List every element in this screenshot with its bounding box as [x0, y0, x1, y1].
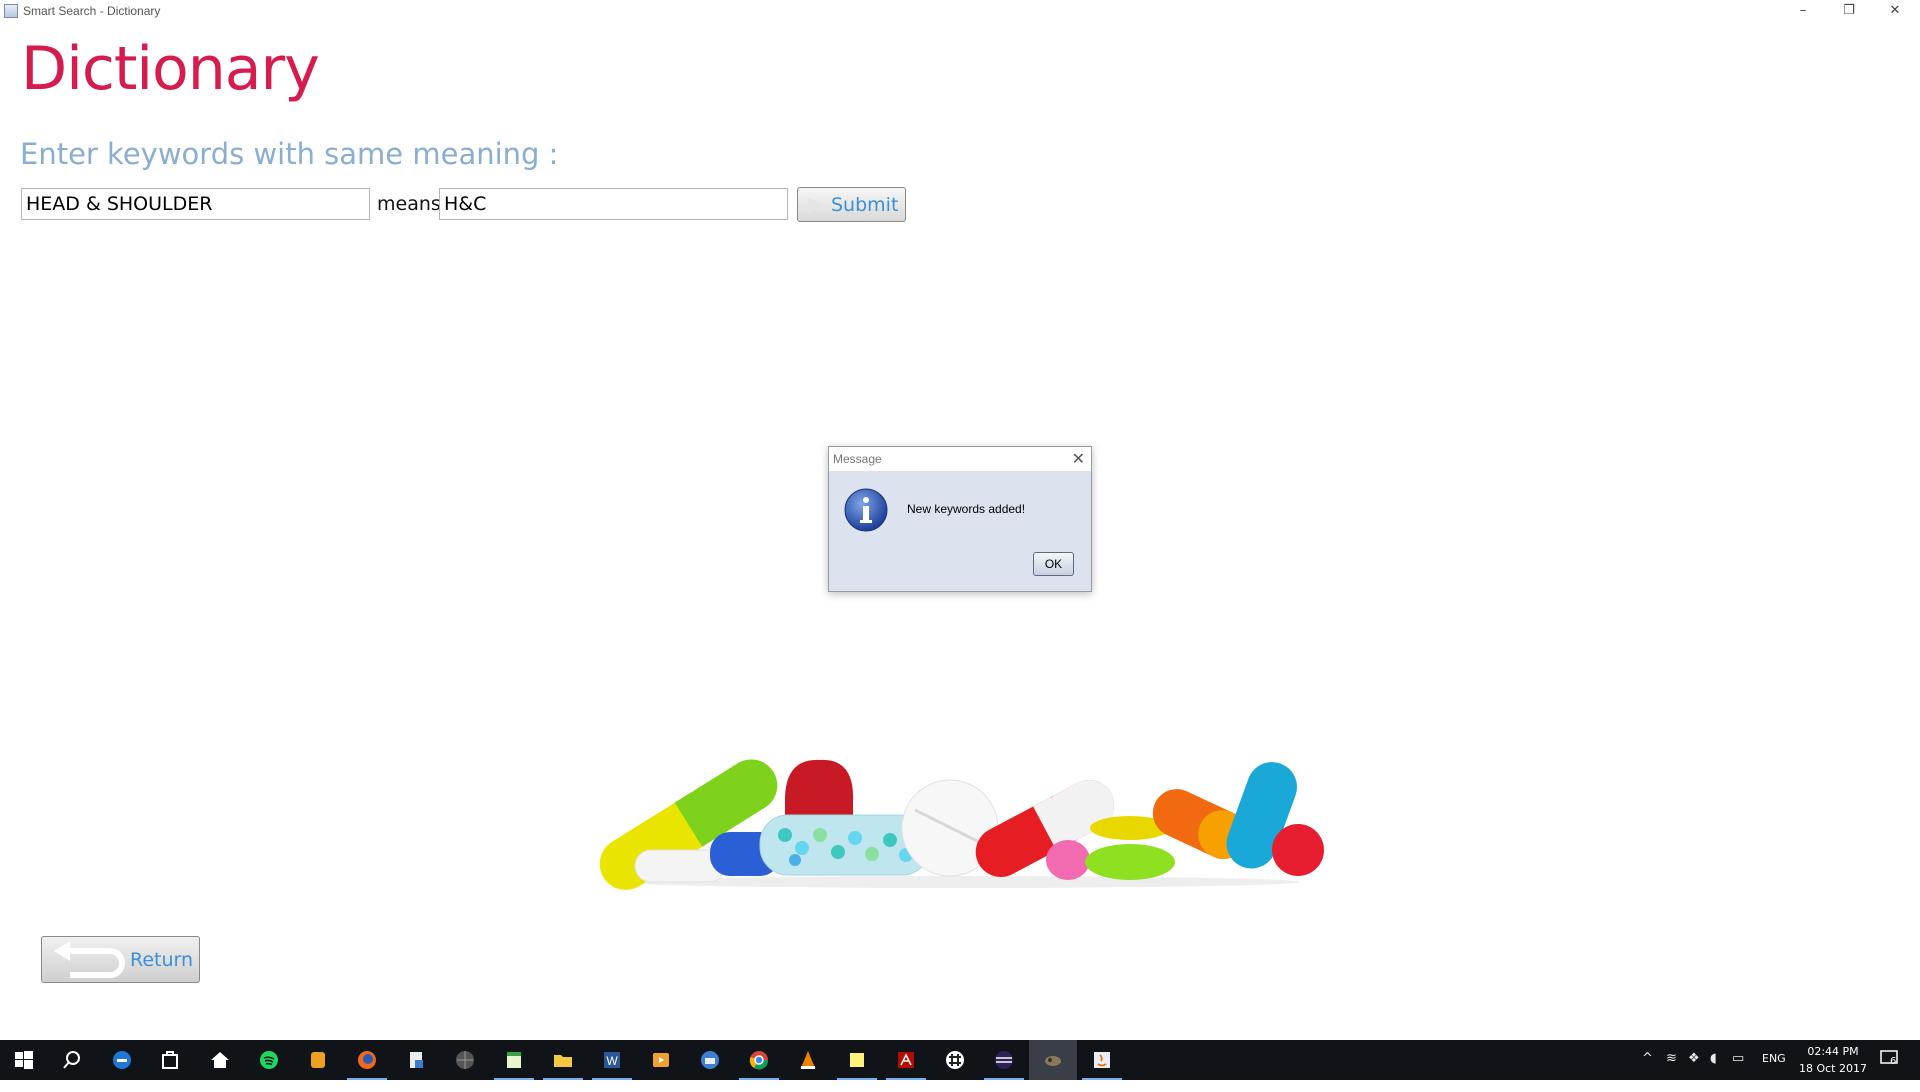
- message-dialog: Message ✕ New keywords added! OK: [828, 446, 1092, 592]
- dialog-message: New keywords added!: [907, 502, 1026, 516]
- language-indicator[interactable]: ENG: [1762, 1052, 1786, 1092]
- submit-button-label: Submit: [831, 194, 899, 216]
- window-title-bar: Smart Search - Dictionary – ❐ ✕: [0, 0, 1920, 24]
- instruction-label: Enter keywords with same meaning :: [20, 137, 559, 171]
- return-button-label: Return: [130, 949, 194, 971]
- submit-button[interactable]: Submit: [797, 187, 906, 222]
- acrobat-icon[interactable]: [882, 1040, 930, 1080]
- clock-time: 02:44 PM: [1807, 1045, 1859, 1058]
- svg-text:W: W: [606, 1054, 618, 1068]
- windows-start-icon[interactable]: [0, 1040, 48, 1080]
- globe-icon[interactable]: [441, 1040, 489, 1080]
- store-icon[interactable]: [146, 1040, 194, 1080]
- return-arrow-icon: [54, 941, 125, 978]
- arrow-right-icon: [808, 197, 824, 213]
- eclipse-icon[interactable]: [980, 1040, 1028, 1080]
- minimize-button[interactable]: –: [1780, 0, 1826, 24]
- chrome-icon[interactable]: [735, 1040, 783, 1080]
- app-icon[interactable]: [294, 1040, 342, 1080]
- info-icon: [844, 488, 888, 532]
- slack-icon[interactable]: [931, 1040, 979, 1080]
- file-icon[interactable]: [392, 1040, 440, 1080]
- wifi-icon[interactable]: ≋: [1666, 1051, 1677, 1091]
- battery-icon[interactable]: ▭: [1732, 1051, 1744, 1091]
- media-player-icon[interactable]: [637, 1040, 685, 1080]
- notepad-icon[interactable]: [490, 1040, 538, 1080]
- show-hidden-icons-icon[interactable]: ^: [1642, 1051, 1653, 1091]
- word-icon[interactable]: W: [588, 1040, 636, 1080]
- firefox-icon[interactable]: [343, 1040, 391, 1080]
- dialog-title-bar: Message ✕: [829, 447, 1091, 471]
- home-icon[interactable]: [196, 1040, 244, 1080]
- clock[interactable]: 02:44 PM 18 Oct 2017: [1798, 1043, 1868, 1083]
- edge-icon[interactable]: [98, 1040, 146, 1080]
- window-title: Smart Search - Dictionary: [23, 4, 161, 18]
- means-label: means: [377, 193, 441, 215]
- game-icon[interactable]: [1029, 1040, 1077, 1080]
- clock-date: 18 Oct 2017: [1798, 1062, 1867, 1075]
- java-app-icon: [4, 4, 18, 18]
- return-button[interactable]: Return: [41, 936, 200, 983]
- close-window-button[interactable]: ✕: [1872, 0, 1918, 24]
- file-explorer-icon[interactable]: [539, 1040, 587, 1080]
- volume-icon[interactable]: ◖: [1710, 1051, 1717, 1091]
- thunderbird-icon[interactable]: [686, 1040, 734, 1080]
- pills-illustration: [599, 759, 1324, 890]
- dialog-close-icon[interactable]: ✕: [1072, 449, 1085, 468]
- dropbox-icon[interactable]: ❖: [1688, 1051, 1700, 1091]
- notification-center-icon[interactable]: 6: [1880, 1050, 1900, 1068]
- page-title: Dictionary: [21, 34, 320, 104]
- spotify-icon[interactable]: [245, 1040, 293, 1080]
- search-icon[interactable]: [48, 1040, 96, 1080]
- notification-count: 6: [1890, 1056, 1897, 1067]
- java-icon[interactable]: [1078, 1040, 1126, 1080]
- keyword-input[interactable]: HEAD & SHOULDER: [21, 188, 370, 220]
- taskbar: W ^ ≋ ❖ ◖ ▭ ENG 02:44 PM 18 Oct 2017 6: [0, 1040, 1920, 1080]
- ok-button[interactable]: OK: [1033, 552, 1074, 576]
- dialog-title: Message: [833, 452, 882, 466]
- restore-button[interactable]: ❐: [1826, 0, 1872, 24]
- vlc-icon[interactable]: [784, 1040, 832, 1080]
- sticky-notes-icon[interactable]: [833, 1040, 881, 1080]
- meaning-input[interactable]: H&C: [439, 188, 788, 220]
